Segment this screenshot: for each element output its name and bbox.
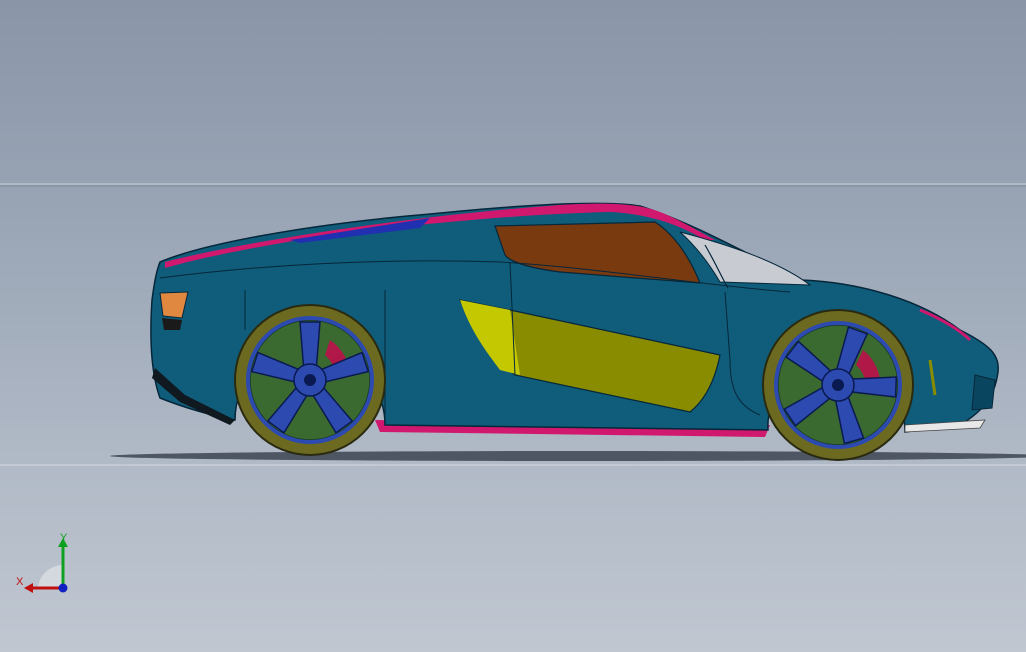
triad-plane: [38, 564, 63, 588]
x-axis-label: X: [16, 576, 24, 588]
rear-wheel: [234, 304, 386, 456]
model-view[interactable]: [0, 0, 1026, 652]
front-grille: [971, 374, 996, 411]
front-wheel: [762, 309, 914, 461]
graphics-viewport[interactable]: X Y: [0, 0, 1026, 652]
ground-shadow: [110, 451, 1026, 461]
z-axis-dot: [58, 583, 68, 593]
y-axis-label: Y: [60, 532, 68, 544]
rear-hub-center: [304, 374, 316, 386]
triad-graphic: [24, 538, 68, 593]
front-hub-center: [832, 379, 844, 391]
rear-reflector: [162, 318, 182, 330]
x-axis-head: [24, 583, 33, 593]
coordinate-triad-icon[interactable]: X Y: [10, 530, 80, 600]
car-model[interactable]: [150, 202, 999, 461]
